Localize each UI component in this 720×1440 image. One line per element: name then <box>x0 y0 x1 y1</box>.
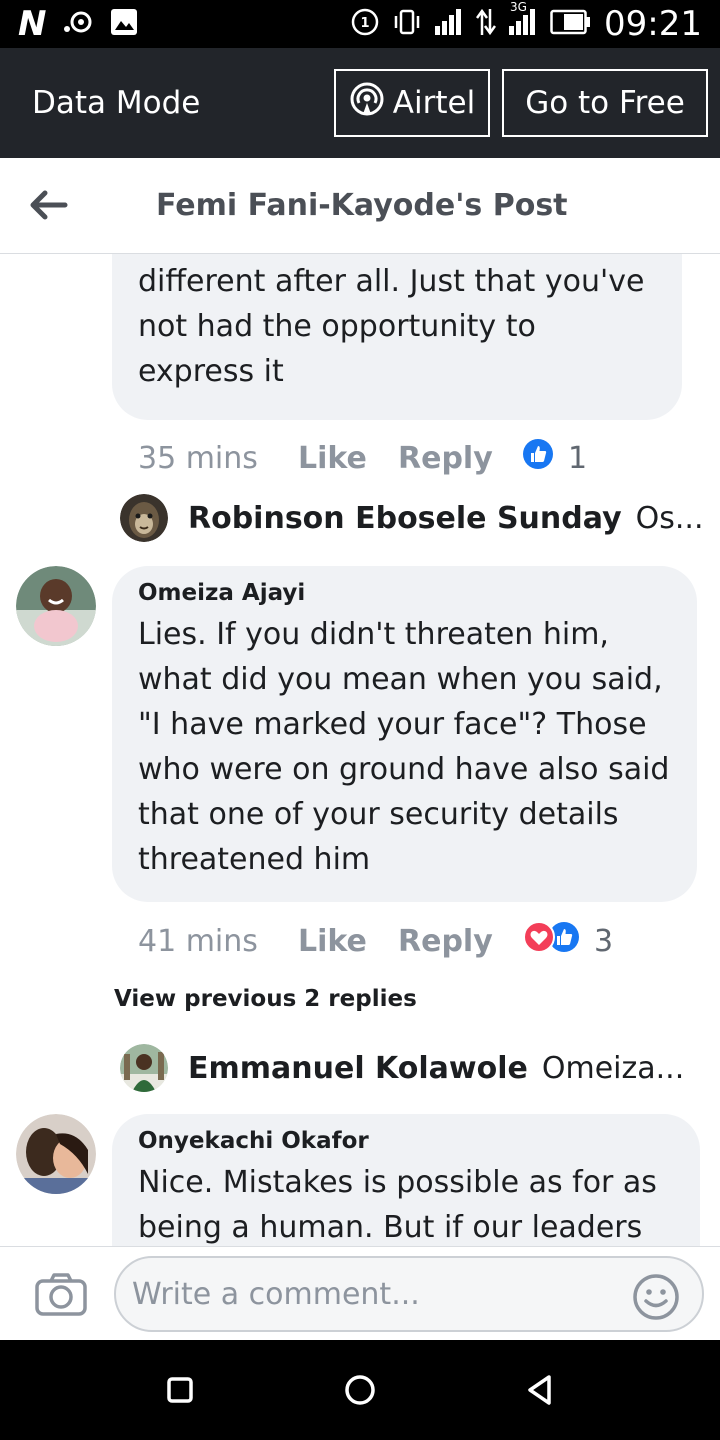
comment-bubble[interactable]: Omeiza Ajayi Lies. If you didn't threate… <box>112 566 697 902</box>
reaction-count: 1 <box>568 440 588 476</box>
airtel-label: Airtel <box>392 85 476 121</box>
home-icon[interactable] <box>342 1372 378 1408</box>
emoji-icon[interactable] <box>632 1273 680 1321</box>
reply-button[interactable]: Reply <box>398 441 522 476</box>
cast-icon <box>62 9 92 40</box>
signal-icon <box>434 8 464 41</box>
vibrate-icon <box>392 7 422 42</box>
reply-snippet: Os... <box>635 500 704 536</box>
airtel-button[interactable]: Airtel <box>334 69 490 137</box>
data-mode-title: Data Mode <box>32 85 201 121</box>
recents-icon[interactable] <box>162 1372 198 1408</box>
go-to-free-button[interactable]: Go to Free <box>502 69 708 137</box>
comments-feed[interactable]: saw the video, I felt you're not differe… <box>0 254 720 1246</box>
comment-input-wrapper <box>114 1256 704 1332</box>
reactions[interactable]: 3 <box>522 920 613 962</box>
comment-input[interactable] <box>132 1268 622 1320</box>
reply-snippet: Omeiza... <box>541 1050 685 1086</box>
comment-bubble[interactable]: saw the video, I felt you're not differe… <box>112 254 682 420</box>
comment-meta: 35 mins Like Reply 1 <box>138 438 587 478</box>
reply-button[interactable]: Reply <box>398 924 522 959</box>
network-type-label: 3G <box>510 0 527 14</box>
reactions[interactable]: 1 <box>522 438 587 478</box>
broadcast-icon <box>349 81 385 125</box>
comment-text: Nice. Mistakes is possible as for as bei… <box>138 1165 657 1245</box>
avatar[interactable] <box>16 1114 96 1194</box>
sim-1-icon: 1 <box>350 7 380 42</box>
like-button[interactable]: Like <box>298 924 398 959</box>
page-title: Femi Fani-Kayode's Post <box>156 188 568 223</box>
image-icon <box>110 8 138 41</box>
comment-composer <box>0 1246 720 1340</box>
comment-text: Lies. If you didn't threaten him, what d… <box>138 617 670 877</box>
reply-preview[interactable]: Emmanuel Kolawole Omeiza... <box>120 1044 684 1092</box>
comment-text: saw the video, I felt you're not differe… <box>138 264 645 389</box>
page-header: Femi Fani-Kayode's Post <box>0 158 720 254</box>
data-mode-bar: Data Mode Airtel Go to Free <box>0 48 720 158</box>
system-nav-bar <box>0 1340 720 1440</box>
like-reaction-icon <box>522 438 554 478</box>
comment-bubble[interactable]: Onyekachi Okafor Nice. Mistakes is possi… <box>112 1114 700 1246</box>
avatar <box>120 494 168 542</box>
notification-n-icon: N <box>18 4 47 44</box>
avatar <box>120 1044 168 1092</box>
status-bar: N 1 3G 09:21 <box>0 0 720 48</box>
like-button[interactable]: Like <box>298 441 398 476</box>
love-reaction-icon <box>522 920 556 962</box>
comment-author[interactable]: Onyekachi Okafor <box>138 1128 674 1154</box>
back-arrow-icon[interactable] <box>28 188 68 222</box>
reaction-count: 3 <box>594 923 614 959</box>
reply-preview[interactable]: Robinson Ebosele Sunday Os... <box>120 494 703 542</box>
signal-3g-icon: 3G <box>508 0 538 41</box>
clock: 09:21 <box>604 4 702 44</box>
comment-meta: 41 mins Like Reply 3 <box>138 920 613 962</box>
comment-time: 41 mins <box>138 923 258 959</box>
reply-author: Robinson Ebosele Sunday <box>188 500 622 536</box>
camera-icon[interactable] <box>34 1271 88 1317</box>
svg-text:1: 1 <box>360 16 369 31</box>
back-nav-icon[interactable] <box>522 1372 558 1408</box>
view-previous-replies[interactable]: View previous 2 replies <box>114 986 417 1012</box>
battery-icon <box>550 9 592 40</box>
data-arrows-icon <box>475 7 497 42</box>
reply-author: Emmanuel Kolawole <box>188 1050 528 1086</box>
comment-time: 35 mins <box>138 440 258 476</box>
go-to-free-label: Go to Free <box>525 85 685 121</box>
avatar[interactable] <box>16 566 96 646</box>
comment-author[interactable]: Omeiza Ajayi <box>138 580 671 606</box>
